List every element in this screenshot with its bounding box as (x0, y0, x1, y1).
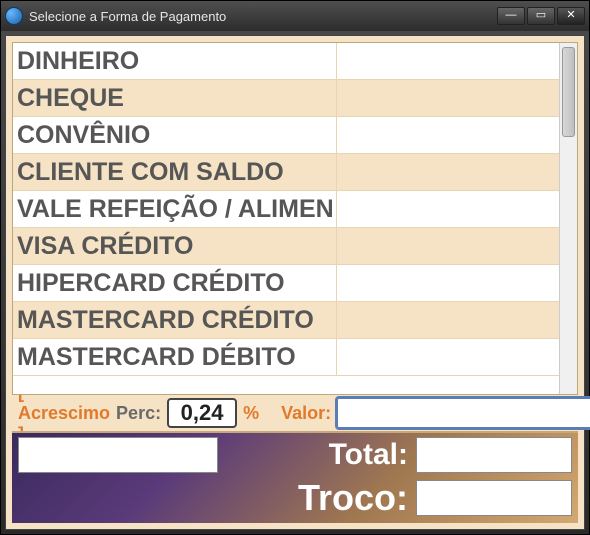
payment-method-rest (337, 117, 559, 153)
total-label: Total: (218, 438, 416, 472)
payment-method-rest (337, 154, 559, 190)
total-row: Total: (18, 437, 572, 473)
payment-method-rest (337, 265, 559, 301)
payment-method-row[interactable]: MASTERCARD CRÉDITO (13, 302, 559, 339)
grid-body: DINHEIRO CHEQUE CONVÊNIO CLIENTE COM SAL… (13, 43, 559, 394)
totals-panel: Total: Troco: (12, 431, 578, 523)
payment-method-rest (337, 191, 559, 227)
payment-method-name: CONVÊNIO (13, 117, 337, 153)
payment-method-rest (337, 43, 559, 79)
payment-method-rest (337, 302, 559, 338)
payment-method-row[interactable]: VISA CRÉDITO (13, 228, 559, 265)
valor-input[interactable] (337, 398, 590, 428)
payment-method-row[interactable]: CLIENTE COM SALDO (13, 154, 559, 191)
app-icon (5, 7, 23, 25)
payment-method-rest (337, 339, 559, 375)
payment-method-name: MASTERCARD CRÉDITO (13, 302, 337, 338)
valor-label: Valor: (281, 403, 331, 424)
payment-method-name: CLIENTE COM SALDO (13, 154, 337, 190)
amount-entry-input[interactable] (18, 437, 218, 473)
payment-methods-grid: DINHEIRO CHEQUE CONVÊNIO CLIENTE COM SAL… (12, 42, 578, 395)
scrollbar-thumb[interactable] (562, 47, 575, 137)
perc-symbol: % (243, 403, 259, 424)
payment-method-row[interactable]: DINHEIRO (13, 43, 559, 80)
total-value (416, 437, 572, 473)
payment-method-name: VISA CRÉDITO (13, 228, 337, 264)
payment-form-window: Selecione a Forma de Pagamento — ▭ ✕ DIN… (0, 0, 590, 535)
troco-row: Troco: (18, 477, 572, 519)
payment-method-row[interactable]: CHEQUE (13, 80, 559, 117)
perc-label: Perc: (116, 403, 161, 424)
payment-method-rest (337, 228, 559, 264)
maximize-button[interactable]: ▭ (527, 7, 555, 25)
perc-input[interactable] (167, 398, 237, 428)
window-controls: — ▭ ✕ (497, 7, 585, 25)
close-button[interactable]: ✕ (557, 7, 585, 25)
titlebar[interactable]: Selecione a Forma de Pagamento — ▭ ✕ (1, 1, 589, 31)
troco-label: Troco: (218, 477, 416, 519)
minimize-button[interactable]: — (497, 7, 525, 25)
payment-method-name: CHEQUE (13, 80, 337, 116)
payment-method-name: VALE REFEIÇÃO / ALIMEN (13, 191, 337, 227)
payment-method-row[interactable]: HIPERCARD CRÉDITO (13, 265, 559, 302)
payment-method-rest (337, 80, 559, 116)
payment-method-row[interactable]: CONVÊNIO (13, 117, 559, 154)
troco-value (416, 480, 572, 516)
client-area: DINHEIRO CHEQUE CONVÊNIO CLIENTE COM SAL… (5, 35, 585, 530)
window-title: Selecione a Forma de Pagamento (29, 9, 497, 24)
payment-method-name: HIPERCARD CRÉDITO (13, 265, 337, 301)
vertical-scrollbar[interactable] (559, 43, 577, 394)
payment-method-row[interactable]: MASTERCARD DÉBITO (13, 339, 559, 376)
acrescimo-bar: [ Acrescimo ] Perc: % Valor: (12, 395, 578, 431)
payment-method-name: DINHEIRO (13, 43, 337, 79)
payment-method-row[interactable]: VALE REFEIÇÃO / ALIMEN (13, 191, 559, 228)
payment-method-name: MASTERCARD DÉBITO (13, 339, 337, 375)
